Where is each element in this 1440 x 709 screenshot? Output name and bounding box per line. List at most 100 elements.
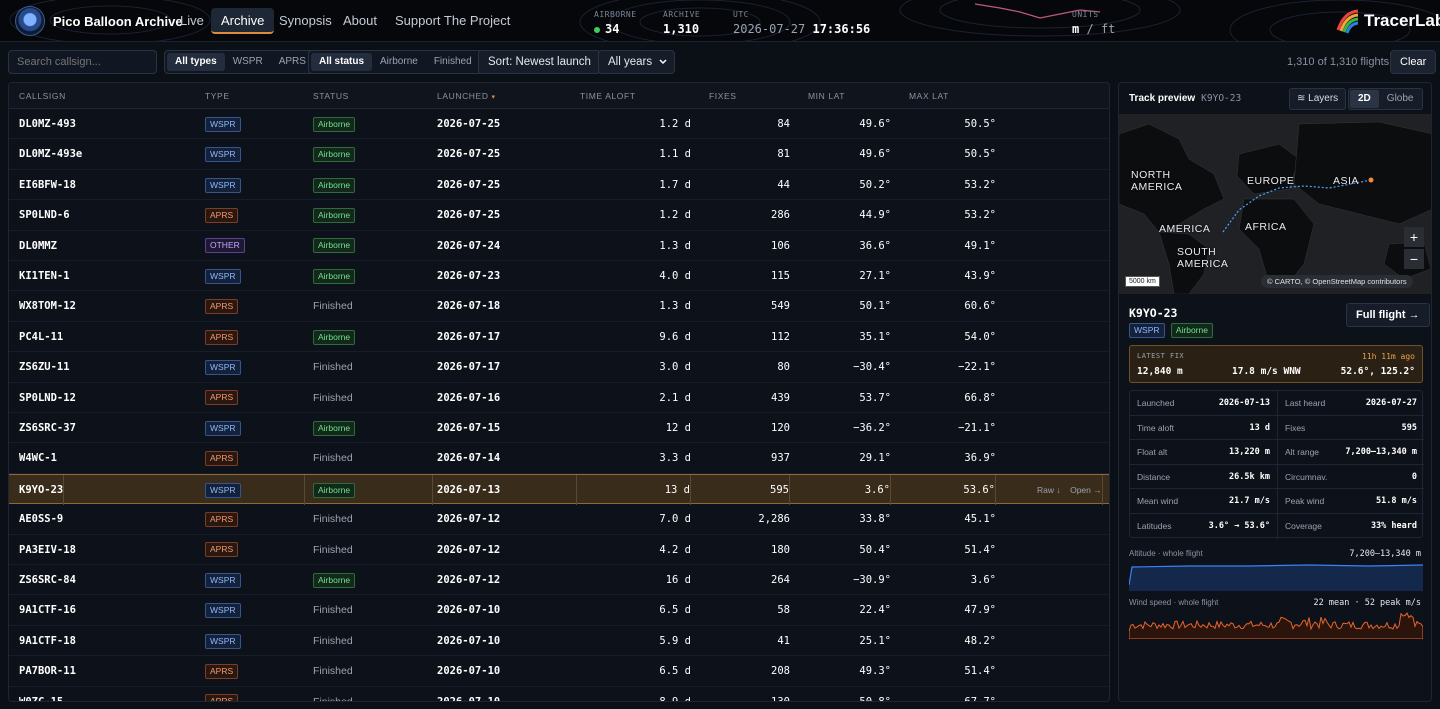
table-row[interactable]: PA7BOR-11 APRS Finished 2026-07-10 6.5 d… <box>9 656 1109 687</box>
cell-callsign[interactable]: DL0MZ-493e <box>19 139 82 169</box>
table-row[interactable]: ZS6SRC-84 WSPR Airborne 2026-07-12 16 d … <box>9 565 1109 596</box>
col-max-lat[interactable]: MAX LAT <box>909 91 949 101</box>
table-row[interactable]: ZS6SRC-37 WSPR Airborne 2026-07-15 12 d … <box>9 413 1109 444</box>
table-row[interactable]: WX8TOM-12 APRS Finished 2026-07-18 1.3 d… <box>9 291 1109 322</box>
zoom-out-button[interactable]: − <box>1404 249 1424 269</box>
table-row[interactable]: K9YO-23 WSPR Airborne 2026-07-13 13 d 59… <box>9 473 1109 505</box>
cell-callsign[interactable]: PA3EIV-18 <box>19 535 76 565</box>
cell-callsign[interactable]: W4WC-1 <box>19 443 57 473</box>
stat-key: Time aloft <box>1137 422 1175 433</box>
type-badge: APRS <box>205 299 239 315</box>
view-globe[interactable]: Globe <box>1379 90 1422 108</box>
raw-download-link[interactable]: Raw ↓ <box>1037 485 1061 495</box>
type-badge: APRS <box>205 390 239 406</box>
track-map[interactable]: NORTH AMERICA EUROPE ASIA AMERICA AFRICA… <box>1119 114 1431 294</box>
open-flight-link[interactable]: Open → <box>1070 485 1102 495</box>
cell-callsign[interactable]: KI1TEN-1 <box>19 261 70 291</box>
units-toggle[interactable]: UNITS m / ft <box>1072 10 1115 36</box>
cell-callsign[interactable]: K9YO-23 <box>19 474 65 505</box>
airborne-stat: AIRBORNE 34 <box>594 10 637 36</box>
map-attribution[interactable]: © CARTO, © OpenStreetMap contributors <box>1261 275 1413 288</box>
filter-all-status[interactable]: All status <box>311 53 373 71</box>
cell-min-lat: 49.3° <box>859 665 891 678</box>
stat-cell: Fixes 595 <box>1277 415 1424 441</box>
table-row[interactable]: PA3EIV-18 APRS Finished 2026-07-12 4.2 d… <box>9 535 1109 565</box>
col-type[interactable]: TYPE <box>205 91 230 101</box>
preview-title-text: Track preview <box>1129 93 1196 104</box>
table-row[interactable]: DL0MZ-493e WSPR Airborne 2026-07-25 1.1 … <box>9 139 1109 170</box>
table-row[interactable]: 9A1CTF-16 WSPR Finished 2026-07-10 6.5 d… <box>9 595 1109 626</box>
cell-fixes: 2,286 <box>758 513 790 526</box>
view-2d[interactable]: 2D <box>1350 90 1379 108</box>
cell-callsign[interactable]: 9A1CTF-16 <box>19 595 76 625</box>
sort-button[interactable]: Sort: Newest launch <box>478 50 601 74</box>
cell-status: Finished <box>313 656 433 686</box>
cell-callsign[interactable]: WX8TOM-12 <box>19 291 76 321</box>
nav-live[interactable]: Live <box>170 8 214 34</box>
cell-callsign[interactable]: DL0MZ-493 <box>19 109 76 139</box>
filter-wspr[interactable]: WSPR <box>225 53 271 71</box>
unit-ft[interactable]: ft <box>1101 22 1115 36</box>
cell-callsign[interactable]: PC4L-11 <box>19 322 63 352</box>
preview-callsign: K9YO-23 <box>1201 93 1242 104</box>
unit-m[interactable]: m <box>1072 22 1079 36</box>
cell-min-lat: 36.6° <box>859 239 891 252</box>
cell-callsign[interactable]: EI6BFW-18 <box>19 170 76 200</box>
cell-callsign[interactable]: 9A1CTF-18 <box>19 626 76 656</box>
cell-callsign[interactable]: ZS6ZU-11 <box>19 352 70 382</box>
cell-status: Finished <box>313 535 433 565</box>
table-row[interactable]: SP0LND-12 APRS Finished 2026-07-16 2.1 d… <box>9 383 1109 413</box>
nav-archive[interactable]: Archive <box>211 8 275 34</box>
app-title[interactable]: Pico Balloon Archive <box>53 14 183 29</box>
year-select[interactable]: All years <box>598 50 676 74</box>
cell-type: WSPR <box>205 261 305 291</box>
nav-synopsis[interactable]: Synopsis <box>269 8 342 34</box>
year-select-value: All years <box>608 56 653 68</box>
stat-cell: Mean wind 21.7 m/s <box>1130 489 1277 514</box>
filter-all-types[interactable]: All types <box>167 53 225 71</box>
wind-line <box>1129 612 1423 639</box>
col-time-aloft[interactable]: TIME ALOFT <box>580 91 636 101</box>
col-min-lat[interactable]: MIN LAT <box>808 91 845 101</box>
table-row[interactable]: AE0SS-9 APRS Finished 2026-07-12 7.0 d 2… <box>9 504 1109 535</box>
filter-finished[interactable]: Finished <box>426 53 480 71</box>
tracerlab-link[interactable]: TracerLab <box>1364 11 1440 31</box>
cell-callsign[interactable]: ZS6SRC-84 <box>19 565 76 595</box>
nav-support[interactable]: Support The Project <box>385 8 520 34</box>
cell-callsign[interactable]: SP0LND-6 <box>19 200 70 230</box>
status-badge: Airborne <box>313 207 356 223</box>
cell-callsign[interactable]: W0ZC-15 <box>19 687 63 701</box>
table-row[interactable]: PC4L-11 APRS Airborne 2026-07-17 9.6 d 1… <box>9 322 1109 353</box>
table-row[interactable]: DL0MMZ OTHER Airborne 2026-07-24 1.3 d 1… <box>9 231 1109 261</box>
layers-button[interactable]: ≋ Layers <box>1289 88 1347 110</box>
filter-airborne[interactable]: Airborne <box>372 53 426 71</box>
table-row[interactable]: EI6BFW-18 WSPR Airborne 2026-07-25 1.7 d… <box>9 170 1109 201</box>
table-row[interactable]: W0ZC-15 APRS Finished 2026-07-10 8.9 d 1… <box>9 687 1109 701</box>
col-status[interactable]: STATUS <box>313 91 349 101</box>
stat-value: 2026-07-13 <box>1218 398 1270 408</box>
full-flight-button[interactable]: Full flight → <box>1346 303 1430 327</box>
app-logo[interactable] <box>15 6 45 36</box>
nav-about[interactable]: About <box>333 8 387 34</box>
table-row[interactable]: ZS6ZU-11 WSPR Finished 2026-07-17 3.0 d … <box>9 352 1109 383</box>
table-row[interactable]: W4WC-1 APRS Finished 2026-07-14 3.3 d 93… <box>9 443 1109 474</box>
col-launched[interactable]: LAUNCHED ▾ <box>437 91 496 101</box>
cell-callsign[interactable]: ZS6SRC-37 <box>19 413 76 443</box>
clear-button[interactable]: Clear <box>1390 50 1437 74</box>
type-badge: APRS <box>205 511 239 527</box>
cell-launched: 2026-07-16 <box>437 391 501 404</box>
cell-callsign[interactable]: DL0MMZ <box>19 231 57 261</box>
table-row[interactable]: SP0LND-6 APRS Airborne 2026-07-25 1.2 d … <box>9 200 1109 231</box>
zoom-in-button[interactable]: + <box>1404 227 1424 247</box>
table-row[interactable]: KI1TEN-1 WSPR Airborne 2026-07-23 4.0 d … <box>9 261 1109 292</box>
search-input[interactable] <box>8 50 157 74</box>
stat-key: Circumnav. <box>1285 471 1328 482</box>
cell-callsign[interactable]: SP0LND-12 <box>19 383 76 413</box>
landmass-asia <box>1293 121 1431 225</box>
table-row[interactable]: 9A1CTF-18 WSPR Finished 2026-07-10 5.9 d… <box>9 626 1109 657</box>
cell-callsign[interactable]: AE0SS-9 <box>19 504 63 534</box>
col-callsign[interactable]: CALLSIGN <box>19 91 66 101</box>
col-fixes[interactable]: FIXES <box>709 91 737 101</box>
table-row[interactable]: DL0MZ-493 WSPR Airborne 2026-07-25 1.2 d… <box>9 109 1109 140</box>
cell-callsign[interactable]: PA7BOR-11 <box>19 656 76 686</box>
